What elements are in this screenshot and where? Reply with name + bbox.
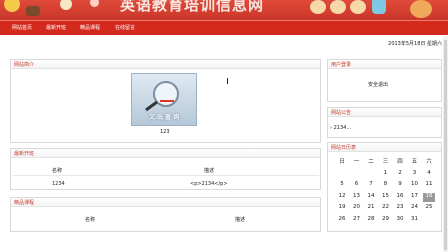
- page-scrollbar[interactable]: [443, 36, 448, 252]
- calendar-day[interactable]: 25: [423, 204, 435, 213]
- calendar-weekday: 一: [353, 159, 360, 165]
- calendar-day[interactable]: 16: [394, 193, 406, 202]
- calendar-day[interactable]: 21: [365, 204, 377, 213]
- calendar-day[interactable]: 11: [423, 181, 435, 190]
- notice-header: 网站公告: [328, 108, 441, 117]
- notice-title: 网站公告: [331, 110, 352, 116]
- query-image[interactable]: 文 出 查 询: [131, 73, 197, 126]
- calendar-day[interactable]: 8: [380, 181, 392, 190]
- magnifier-icon: [145, 81, 179, 112]
- divider: [12, 175, 319, 176]
- calendar-day[interactable]: 31: [409, 216, 421, 225]
- calendar-day[interactable]: 17: [409, 193, 421, 202]
- intro-panel-title: 网站简介: [14, 62, 35, 68]
- image-label: 123: [160, 129, 170, 135]
- pencil-icon: [372, 0, 386, 14]
- calendar-day[interactable]: 23: [394, 204, 406, 213]
- calendar-weekday: 五: [411, 159, 418, 165]
- flower-icon: [90, 0, 99, 7]
- calendar-day[interactable]: 1: [380, 170, 392, 179]
- calendar-day[interactable]: 4: [423, 170, 435, 179]
- table-cell-desc: <p>2134</p>: [190, 181, 228, 187]
- calendar-day[interactable]: 13: [351, 193, 363, 202]
- scrollbar-thumb[interactable]: [444, 40, 447, 250]
- notice-panel: 网站公告: [327, 107, 442, 138]
- calendar-day[interactable]: 5: [336, 181, 348, 190]
- courses-header: 精品课程: [11, 198, 320, 207]
- calendar-day[interactable]: 9: [394, 181, 406, 190]
- calendar-day[interactable]: 19: [336, 204, 348, 213]
- text-cursor: [227, 78, 228, 84]
- calendar-title: 网站日历表: [331, 145, 357, 151]
- latest-classes-title: 最新开班: [14, 151, 35, 157]
- main-nav: 网站首页 最新开班 精品课程 在线留言: [0, 20, 448, 35]
- courses-panel: 精品课程: [10, 197, 321, 232]
- calendar-weekday: 二: [368, 159, 374, 165]
- intro-panel-header: 网站简介: [11, 60, 320, 69]
- nav-latest-classes[interactable]: 最新开班: [46, 24, 66, 31]
- course-col-desc: 描述: [235, 217, 246, 223]
- col-header-desc: 描述: [204, 168, 215, 174]
- logout-link[interactable]: 安全退出: [368, 81, 388, 88]
- calendar-day[interactable]: 20: [351, 204, 363, 213]
- calendar-day[interactable]: 2: [394, 170, 406, 179]
- calendar-day[interactable]: 3: [409, 170, 421, 179]
- cake-icon: [26, 6, 40, 16]
- site-banner: 英语教育培训信息网: [0, 0, 448, 20]
- calendar-day[interactable]: 30: [394, 216, 406, 225]
- calendar-day[interactable]: 28: [365, 216, 377, 225]
- nav-home[interactable]: 网站首页: [12, 24, 32, 31]
- col-header-name: 名称: [52, 168, 63, 174]
- latest-classes-header: 最新开班: [11, 149, 320, 158]
- courses-title: 精品课程: [14, 200, 35, 206]
- calendar-header: 网站日历表: [328, 143, 441, 152]
- mascot-face-icon-3: [350, 0, 366, 14]
- calendar-day[interactable]: 29: [380, 216, 392, 225]
- notice-item-text: 2134...: [333, 125, 352, 131]
- login-title: 用户登录: [331, 62, 352, 68]
- bunny-icon: [410, 0, 432, 18]
- notice-item[interactable]: › 2134...: [330, 125, 351, 131]
- calendar-day[interactable]: 26: [336, 216, 348, 225]
- current-date: 2013年5月18日 星期六: [388, 41, 442, 47]
- mascot-face-icon: [310, 0, 326, 14]
- calendar-day[interactable]: 10: [409, 181, 421, 190]
- login-header: 用户登录: [328, 60, 441, 69]
- calendar-day[interactable]: 27: [351, 216, 363, 225]
- nav-courses[interactable]: 精品课程: [80, 24, 100, 31]
- calendar-day[interactable]: 15: [380, 193, 392, 202]
- table-cell-name: 1234: [52, 181, 65, 187]
- course-col-name: 名称: [85, 217, 96, 223]
- mascot-face-icon-2: [330, 0, 346, 14]
- calendar-weekday: 日: [339, 159, 345, 165]
- calendar-weekday: 六: [426, 159, 432, 165]
- image-caption: 文 出 查 询: [148, 114, 180, 121]
- calendar-day-today[interactable]: 18: [423, 192, 435, 202]
- lion-logo-icon: [4, 0, 20, 12]
- calendar-day[interactable]: 6: [351, 181, 363, 190]
- nav-messages[interactable]: 在线留言: [115, 24, 135, 31]
- calendar-day[interactable]: 7: [365, 181, 377, 190]
- calendar-day[interactable]: 24: [409, 204, 421, 213]
- calendar-day[interactable]: 12: [336, 193, 348, 202]
- calendar-day[interactable]: 22: [380, 204, 392, 213]
- calendar-weekday: 三: [382, 159, 389, 165]
- calendar-weekday: 四: [397, 159, 403, 165]
- calendar-day[interactable]: 14: [365, 193, 377, 202]
- site-title: 英语教育培训信息网: [120, 0, 265, 14]
- balloon-icon: [60, 0, 72, 10]
